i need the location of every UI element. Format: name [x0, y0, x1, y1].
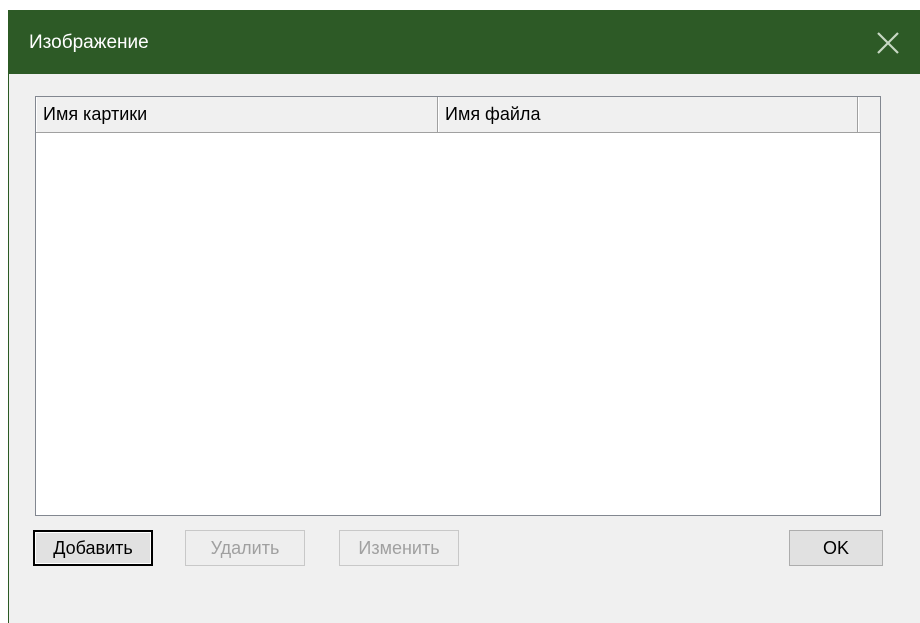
column-header-file-name[interactable]: Имя файла — [438, 97, 858, 132]
ok-button[interactable]: OK — [789, 530, 883, 566]
column-header-image-name[interactable]: Имя картики — [36, 97, 438, 132]
add-button[interactable]: Добавить — [33, 530, 153, 566]
title-bar: Изображение — [9, 10, 920, 74]
column-header-extra[interactable] — [858, 97, 880, 132]
close-icon — [877, 32, 899, 54]
edit-button[interactable]: Изменить — [339, 530, 459, 566]
images-list[interactable]: Имя картики Имя файла — [35, 96, 881, 516]
image-dialog: Изображение Имя картики Имя файла Добави… — [8, 10, 920, 623]
delete-button[interactable]: Удалить — [185, 530, 305, 566]
dialog-title: Изображение — [29, 32, 149, 53]
close-button[interactable] — [855, 10, 920, 74]
list-header: Имя картики Имя файла — [36, 97, 880, 133]
